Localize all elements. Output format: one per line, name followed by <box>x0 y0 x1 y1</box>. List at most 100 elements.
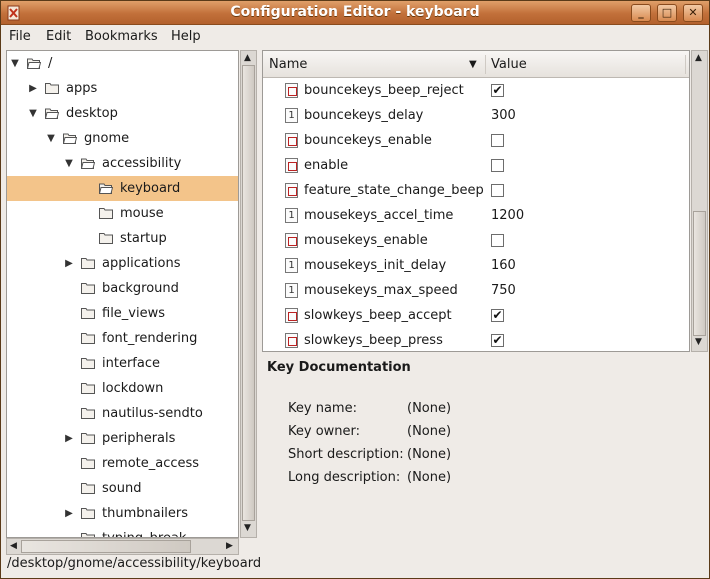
tree-item-lockdown[interactable]: lockdown <box>7 376 238 401</box>
scroll-down-arrow-icon[interactable]: ▼ <box>695 337 702 347</box>
scroll-down-arrow-icon[interactable]: ▼ <box>244 523 251 533</box>
folder-icon <box>81 483 95 494</box>
expander-closed-icon[interactable]: ▶ <box>63 426 75 451</box>
column-separator[interactable] <box>485 55 486 74</box>
expander-closed-icon[interactable]: ▶ <box>27 76 39 101</box>
tree-item-label: remote_access <box>102 456 200 471</box>
key-name: slowkeys_beep_accept <box>304 308 452 323</box>
tree-item-startup[interactable]: startup <box>7 226 238 251</box>
folder-icon <box>81 308 95 319</box>
tree-item-background[interactable]: background <box>7 276 238 301</box>
tree-item-label: apps <box>66 81 98 96</box>
maximize-button[interactable]: □ <box>657 4 677 22</box>
folder-tree[interactable]: ▼ / ▶ apps ▼ desktop ▼ gnome ▼ accessibility keybo… <box>6 50 239 538</box>
key-row-mousekeys-accel-time[interactable]: 1 mousekeys_accel_time 1200 <box>263 203 689 228</box>
long-description-label: Long description: <box>288 470 401 485</box>
checked-checkbox[interactable]: ✔ <box>491 309 504 322</box>
tree-item-applications[interactable]: ▶ applications <box>7 251 238 276</box>
unchecked-checkbox[interactable] <box>491 184 504 197</box>
tree-item-nautilus-sendto[interactable]: nautilus-sendto <box>7 401 238 426</box>
titlebar[interactable]: Configuration Editor - keyboard _ □ ✕ <box>1 1 709 25</box>
key-documentation-panel: Key Documentation Key name: (None) Key o… <box>262 357 707 537</box>
tree-item-accessibility[interactable]: ▼ accessibility <box>7 151 238 176</box>
expander-open-icon[interactable]: ▼ <box>63 151 75 176</box>
name-column-header[interactable]: Name <box>269 57 307 72</box>
menu-bookmarks[interactable]: Bookmarks <box>85 29 158 44</box>
minimize-button[interactable]: _ <box>631 4 651 22</box>
key-owner-label: Key owner: <box>288 424 361 439</box>
menu-help[interactable]: Help <box>171 29 201 44</box>
docs-heading: Key Documentation <box>267 360 411 375</box>
scroll-up-arrow-icon[interactable]: ▲ <box>695 53 702 63</box>
folder-open-icon <box>99 183 113 194</box>
unchecked-checkbox[interactable] <box>491 159 504 172</box>
list-vertical-scrollbar[interactable]: ▲ ▼ <box>691 50 708 352</box>
expander-closed-icon[interactable]: ▶ <box>63 251 75 276</box>
folder-open-icon <box>45 108 59 119</box>
tree-item-typing-break[interactable]: typing_break <box>7 526 238 537</box>
sort-down-icon[interactable]: ▼ <box>469 59 477 70</box>
int-key-icon: 1 <box>285 108 298 123</box>
scroll-left-arrow-icon[interactable]: ◀ <box>10 541 17 551</box>
folder-icon <box>81 258 95 269</box>
tree-item-sound[interactable]: sound <box>7 476 238 501</box>
menu-edit[interactable]: Edit <box>46 29 71 44</box>
tree-item--[interactable]: ▼ / <box>7 51 238 76</box>
folder-icon <box>81 508 95 519</box>
tree-item-file-views[interactable]: file_views <box>7 301 238 326</box>
expander-open-icon[interactable]: ▼ <box>9 51 21 76</box>
close-button[interactable]: ✕ <box>683 4 703 22</box>
key-list[interactable]: Name ▼ Value bouncekeys_beep_reject ✔ 1 bou… <box>262 50 690 352</box>
key-row-bouncekeys-enable[interactable]: bouncekeys_enable <box>263 128 689 153</box>
list-vscroll-thumb[interactable] <box>693 211 706 336</box>
tree-item-mouse[interactable]: mouse <box>7 201 238 226</box>
key-row-enable[interactable]: enable <box>263 153 689 178</box>
expander-closed-icon[interactable]: ▶ <box>63 501 75 526</box>
scroll-up-arrow-icon[interactable]: ▲ <box>244 53 251 63</box>
checked-checkbox[interactable]: ✔ <box>491 84 504 97</box>
key-name: mousekeys_init_delay <box>304 258 447 273</box>
folder-icon <box>81 383 95 394</box>
key-value[interactable]: 750 <box>491 278 516 303</box>
key-value[interactable]: 160 <box>491 253 516 278</box>
tree-horizontal-scrollbar[interactable]: ◀ ▶ <box>6 538 239 555</box>
tree-item-keyboard[interactable]: keyboard <box>7 176 238 201</box>
menu-file[interactable]: File <box>9 29 31 44</box>
scroll-right-arrow-icon[interactable]: ▶ <box>226 541 233 551</box>
checked-checkbox[interactable]: ✔ <box>491 334 504 347</box>
short-description-value: (None) <box>407 447 452 462</box>
key-row-slowkeys-beep-press[interactable]: slowkeys_beep_press ✔ <box>263 328 689 351</box>
key-value[interactable]: 1200 <box>491 203 524 228</box>
menubar: File Edit Bookmarks Help <box>1 25 709 49</box>
tree-vertical-scrollbar[interactable]: ▲ ▼ <box>240 50 257 538</box>
key-row-mousekeys-max-speed[interactable]: 1 mousekeys_max_speed 750 <box>263 278 689 303</box>
tree-item-font-rendering[interactable]: font_rendering <box>7 326 238 351</box>
key-row-mousekeys-init-delay[interactable]: 1 mousekeys_init_delay 160 <box>263 253 689 278</box>
tree-hscroll-thumb[interactable] <box>21 540 191 553</box>
tree-item-gnome[interactable]: ▼ gnome <box>7 126 238 151</box>
tree-item-label: startup <box>120 231 167 246</box>
tree-item-interface[interactable]: interface <box>7 351 238 376</box>
tree-item-peripherals[interactable]: ▶ peripherals <box>7 426 238 451</box>
unchecked-checkbox[interactable] <box>491 234 504 247</box>
tree-item-remote-access[interactable]: remote_access <box>7 451 238 476</box>
folder-open-icon <box>27 58 41 69</box>
folder-icon <box>81 458 95 469</box>
key-row-slowkeys-beep-accept[interactable]: slowkeys_beep_accept ✔ <box>263 303 689 328</box>
expander-open-icon[interactable]: ▼ <box>45 126 57 151</box>
tree-item-apps[interactable]: ▶ apps <box>7 76 238 101</box>
key-row-bouncekeys-delay[interactable]: 1 bouncekeys_delay 300 <box>263 103 689 128</box>
unchecked-checkbox[interactable] <box>491 134 504 147</box>
tree-item-desktop[interactable]: ▼ desktop <box>7 101 238 126</box>
key-row-bouncekeys-beep-reject[interactable]: bouncekeys_beep_reject ✔ <box>263 78 689 103</box>
key-value[interactable]: 300 <box>491 103 516 128</box>
value-column-header[interactable]: Value <box>491 57 527 72</box>
tree-vscroll-thumb[interactable] <box>242 65 255 521</box>
key-row-mousekeys-enable[interactable]: mousekeys_enable <box>263 228 689 253</box>
bool-key-icon <box>285 158 298 173</box>
expander-open-icon[interactable]: ▼ <box>27 101 39 126</box>
key-row-feature-state-change-beep[interactable]: feature_state_change_beep <box>263 178 689 203</box>
tree-item-thumbnailers[interactable]: ▶ thumbnailers <box>7 501 238 526</box>
